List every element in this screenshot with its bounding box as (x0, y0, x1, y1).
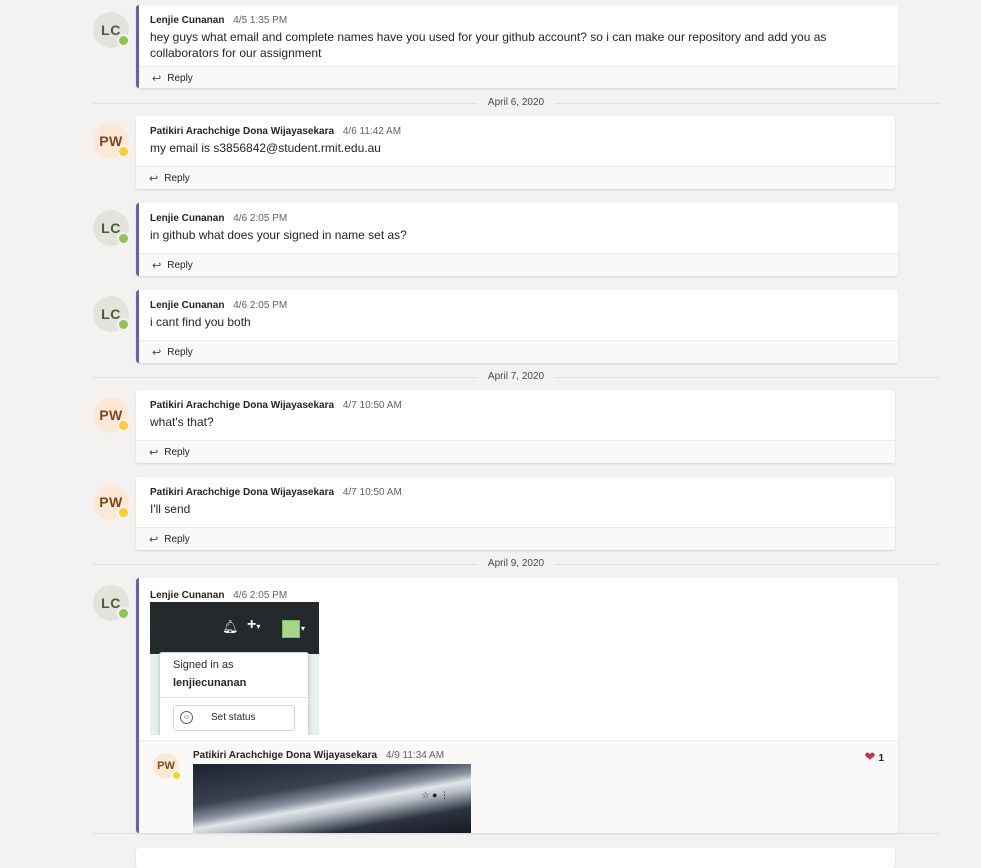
github-user-dropdown: Signed in as lenjiecunanan ☺ Set status (159, 652, 309, 735)
github-username: lenjiecunanan (173, 677, 247, 689)
presence-away-icon (117, 419, 130, 432)
message-header: Lenjie Cunanan 4/6 2:05 PM (150, 299, 884, 312)
message-header: Lenjie Cunanan 4/5 1:35 PM (150, 14, 884, 27)
reply-button[interactable]: ↩ Reply (136, 440, 895, 463)
message-card[interactable]: Lenjie Cunanan 4/6 2:05 PM i cant find y… (136, 290, 898, 363)
avatar[interactable]: LC (93, 585, 130, 621)
message-text: my email is s3856842@student.rmit.edu.au (150, 141, 381, 155)
presence-available-icon (117, 34, 130, 47)
message-time: 4/7 10:50 AM (342, 400, 402, 411)
message-card[interactable]: Lenjie Cunanan 4/6 2:05 PM in github wha… (136, 203, 898, 276)
divider (93, 833, 940, 834)
message-author[interactable]: Lenjie Cunanan (150, 213, 224, 224)
attached-screenshot[interactable]: 🔔︎ +▾ ▾ Signed in as lenjiecunanan ☺ Set… (150, 602, 319, 735)
message-text: i cant find you both (150, 315, 251, 329)
message-card[interactable]: Lenjie Cunanan 4/5 1:35 PM hey guys what… (136, 5, 898, 88)
reply-label: Reply (167, 346, 193, 358)
chevron-down-icon: ▾ (301, 624, 306, 633)
message-header: Lenjie Cunanan 4/6 2:05 PM (150, 589, 287, 602)
set-status-field: ☺ Set status (173, 705, 295, 731)
message-author[interactable]: Patikiri Arachchige Dona Wijayasekara (150, 400, 334, 411)
presence-available-icon (117, 607, 130, 620)
github-header: 🔔︎ +▾ ▾ (150, 602, 319, 654)
reply-label: Reply (167, 259, 193, 271)
reaction-count: 1 (878, 753, 884, 764)
message-card[interactable]: Patikiri Arachchige Dona Wijayasekara 4/… (136, 116, 895, 189)
reply-label: Reply (164, 446, 190, 458)
message-text: in github what does your signed in name … (150, 228, 407, 242)
reply-arrow-icon: ↩ (149, 172, 159, 185)
avatar-initials: PW (157, 760, 175, 772)
avatar[interactable]: LC (93, 12, 130, 48)
presence-available-icon (117, 318, 130, 331)
avatar[interactable]: PW (93, 123, 130, 159)
message-time: 4/6 2:05 PM (233, 590, 288, 601)
reply-arrow-icon: ↩ (152, 72, 162, 85)
reply-label: Reply (167, 72, 193, 84)
date-label: April 6, 2020 (478, 96, 554, 110)
presence-available-icon (117, 232, 130, 245)
avatar[interactable]: LC (93, 296, 130, 332)
message-author[interactable]: Lenjie Cunanan (150, 590, 224, 601)
message-text: what's that? (150, 415, 214, 429)
thread-reply[interactable]: PW Patikiri Arachchige Dona Wijayasekara… (139, 740, 898, 833)
signed-in-label: Signed in as (173, 659, 234, 671)
reply-label: Reply (164, 533, 190, 545)
reply-button[interactable]: ↩ Reply (139, 66, 898, 88)
divider (160, 697, 308, 698)
message-time: 4/6 2:05 PM (233, 300, 288, 311)
set-status-label: Set status (211, 712, 256, 723)
message-time: 4/9 11:34 AM (385, 750, 445, 761)
message-author[interactable]: Patikiri Arachchige Dona Wijayasekara (150, 487, 334, 498)
reply-button[interactable]: ↩ Reply (139, 253, 898, 276)
reply-arrow-icon: ↩ (152, 259, 162, 272)
message-time: 4/6 11:42 AM (342, 126, 402, 137)
message-header: Patikiri Arachchige Dona Wijayasekara 4/… (150, 486, 881, 499)
message-card[interactable]: Patikiri Arachchige Dona Wijayasekara 4/… (136, 477, 895, 550)
reply-label: Reply (164, 172, 190, 184)
avatar[interactable]: PW (93, 484, 130, 520)
heart-icon: ❤ (864, 749, 876, 764)
reply-button[interactable]: ↩ Reply (139, 340, 898, 363)
reply-arrow-icon: ↩ (149, 533, 159, 546)
message-header: Patikiri Arachchige Dona Wijayasekara 4/… (150, 399, 881, 412)
message-header: Patikiri Arachchige Dona Wijayasekara 4/… (150, 125, 881, 138)
avatar[interactable]: LC (93, 210, 130, 246)
message-text: hey guys what email and complete names h… (150, 30, 827, 60)
reply-arrow-icon: ↩ (152, 346, 162, 359)
message-card[interactable] (136, 848, 895, 868)
bell-icon: 🔔︎ (222, 619, 239, 634)
date-label: April 9, 2020 (478, 557, 554, 571)
plus-icon: +▾ (247, 616, 261, 633)
reply-button[interactable]: ↩ Reply (136, 166, 895, 189)
message-header: Patikiri Arachchige Dona Wijayasekara 4/… (193, 750, 444, 761)
message-time: 4/7 10:50 AM (342, 487, 402, 498)
avatar[interactable]: PW (153, 753, 181, 780)
message-card[interactable]: Patikiri Arachchige Dona Wijayasekara 4/… (136, 390, 895, 463)
reply-arrow-icon: ↩ (149, 446, 159, 459)
presence-away-icon (117, 145, 130, 158)
date-label: April 7, 2020 (478, 370, 554, 384)
message-author[interactable]: Patikiri Arachchige Dona Wijayasekara (193, 750, 377, 761)
message-text: I'll send (150, 502, 191, 516)
message-author[interactable]: Patikiri Arachchige Dona Wijayasekara (150, 126, 334, 137)
message-time: 4/5 1:35 PM (233, 15, 288, 26)
avatar[interactable]: PW (93, 397, 130, 433)
attached-photo[interactable]: ☆ ● ⋮ (193, 764, 471, 833)
browser-toolbar-icons: ☆ ● ⋮ (421, 790, 449, 800)
presence-away-icon (117, 506, 130, 519)
smiley-icon: ☺ (180, 711, 193, 724)
message-author[interactable]: Lenjie Cunanan (150, 300, 224, 311)
message-card[interactable]: Lenjie Cunanan 4/6 2:05 PM 🔔︎ +▾ ▾ Signe… (136, 578, 898, 833)
reply-button[interactable]: ↩ Reply (136, 527, 895, 550)
presence-away-icon (172, 771, 181, 780)
github-avatar-icon (282, 620, 300, 638)
heart-reaction[interactable]: ❤ 1 (865, 749, 884, 765)
message-author[interactable]: Lenjie Cunanan (150, 15, 224, 26)
message-header: Lenjie Cunanan 4/6 2:05 PM (150, 212, 884, 225)
message-time: 4/6 2:05 PM (233, 213, 288, 224)
